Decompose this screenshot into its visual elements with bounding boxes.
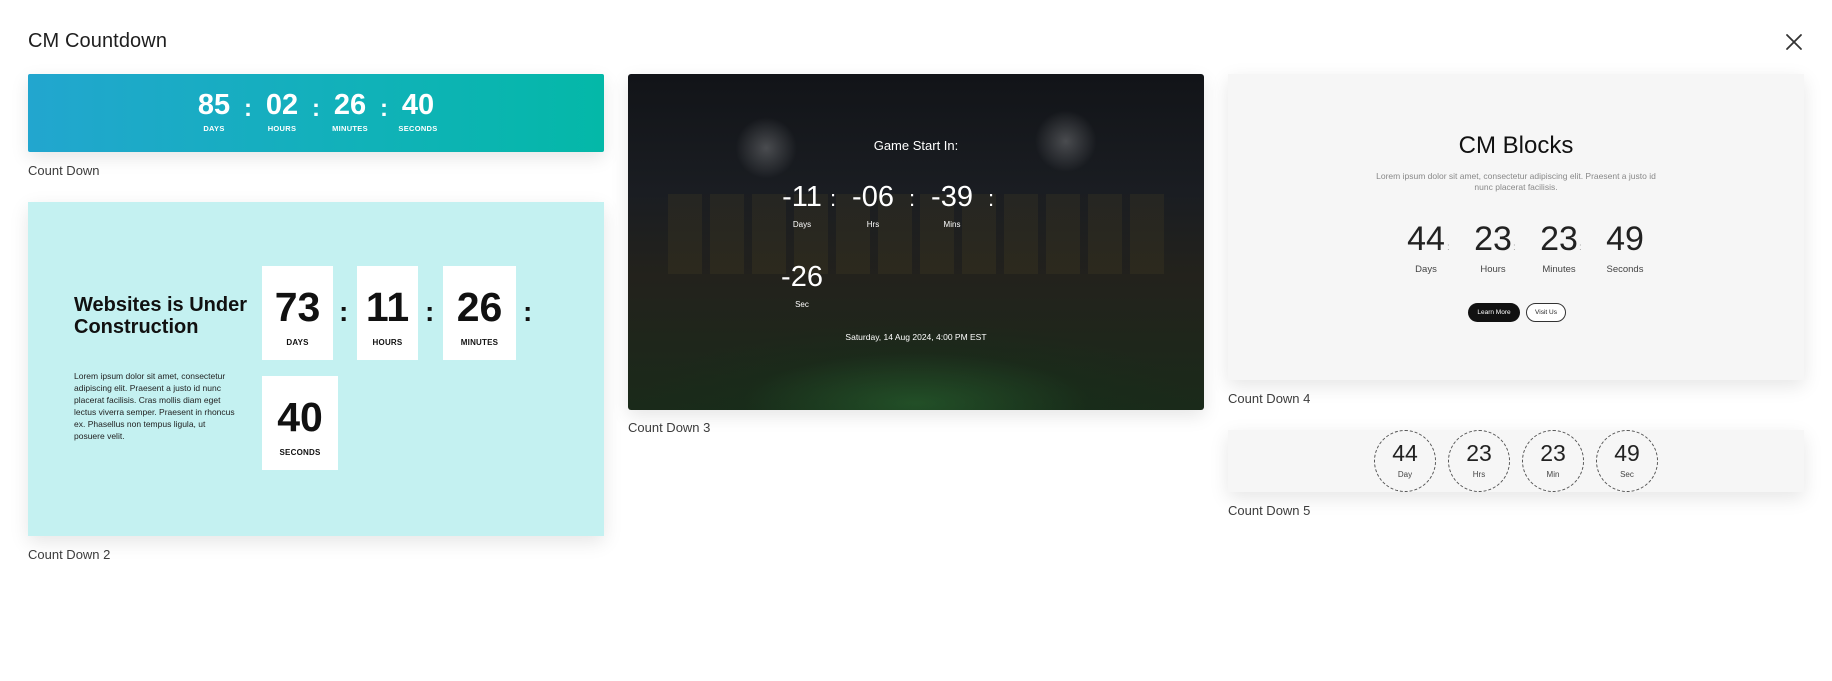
preview-heading: Websites is Under Construction <box>74 294 248 338</box>
template-preview: 44 Day 23 Hrs 23 Min 49 Sec <box>1228 430 1804 492</box>
countdown-value: 40 <box>401 89 435 121</box>
countdown-row: 85 DAYS : 02 HOURS : 26 MINUTES : 40 SEC… <box>192 90 440 133</box>
countdown-value: -26 <box>781 261 823 293</box>
countdown-label: HOURS <box>372 338 403 347</box>
countdown-label: Min <box>1546 470 1560 479</box>
countdown-separator: : <box>523 296 533 327</box>
template-caption: Count Down 5 <box>1228 503 1311 518</box>
countdown-value: 26 <box>456 284 503 330</box>
countdown-label: Hours <box>1480 264 1506 275</box>
countdown-hours: 23 Hrs <box>1448 430 1510 492</box>
template-preview: CM Blocks Lorem ipsum dolor sit amet, co… <box>1228 74 1804 380</box>
countdown-seconds: -26 Sec <box>774 262 830 309</box>
countdown-separator: : <box>425 296 435 327</box>
template-preview: Websites is Under Construction Lorem ips… <box>28 202 604 536</box>
countdown-label: SECONDS <box>279 448 321 457</box>
countdown-label: Sec <box>795 300 809 309</box>
countdown-value: 44 <box>1407 220 1445 258</box>
countdown-separator: : <box>830 186 837 211</box>
countdown-hours: 02 HOURS <box>260 90 304 133</box>
countdown-label: Hrs <box>1472 470 1486 479</box>
countdown-value: 23 <box>1540 440 1566 466</box>
template-caption: Count Down <box>28 163 100 178</box>
countdown-hours: 11 HOURS <box>357 266 418 360</box>
countdown-value: 11 <box>365 284 410 330</box>
countdown-separator: : <box>1513 242 1516 253</box>
countdown-label: MINUTES <box>460 338 499 347</box>
countdown-days: 85 DAYS <box>192 90 236 133</box>
countdown-days: -11 Days <box>774 182 830 229</box>
countdown-label: Days <box>1415 264 1437 275</box>
countdown-value: 49 <box>1614 440 1640 466</box>
countdown-separator: : <box>909 186 916 211</box>
countdown-label: Hrs <box>866 220 880 229</box>
countdown-separator: : <box>339 296 349 327</box>
countdown-days: 44 Day <box>1374 430 1436 492</box>
countdown-separator: : <box>244 95 252 122</box>
template-card-count-down-3[interactable]: Game Start In: -11 Days : -06 Hrs : -39 … <box>628 74 1204 438</box>
countdown-label: Days <box>792 220 812 229</box>
event-date: Saturday, 14 Aug 2024, 4:00 PM EST <box>845 332 987 342</box>
close-button[interactable] <box>1780 28 1808 56</box>
preview-body-text: Lorem ipsum dolor sit amet, consectetur … <box>1376 171 1656 192</box>
countdown-value: 49 <box>1606 220 1644 258</box>
countdown-label: Day <box>1397 470 1413 479</box>
countdown-minutes: 26 MINUTES <box>443 266 516 360</box>
countdown-label: Sec <box>1620 470 1634 479</box>
countdown-value: 40 <box>277 394 323 440</box>
countdown-separator: : <box>1579 242 1582 253</box>
countdown-seconds: 49 Sec <box>1596 430 1658 492</box>
visit-us-button: Visit Us <box>1526 303 1566 322</box>
countdown-minutes: 26 MINUTES <box>328 90 372 133</box>
preview-body-text: Lorem ipsum dolor sit amet, consectetur … <box>74 371 235 441</box>
countdown-hours: -06 Hrs <box>845 182 901 229</box>
countdown-value: 23 <box>1474 220 1512 258</box>
countdown-label: Mins <box>943 220 961 229</box>
learn-more-button: Learn More <box>1468 303 1520 322</box>
countdown-value: -11 <box>782 181 822 213</box>
countdown-separator: : <box>988 186 995 211</box>
preview-title: CM Blocks <box>1458 132 1574 159</box>
countdown-label: Seconds <box>1606 264 1644 275</box>
modal-title: CM Countdown <box>28 30 168 52</box>
countdown-separator: : <box>380 95 388 122</box>
countdown-value: 73 <box>274 284 321 330</box>
countdown-label: DAYS <box>203 124 225 133</box>
template-preview: Game Start In: -11 Days : -06 Hrs : -39 … <box>628 74 1204 410</box>
countdown-value: -39 <box>931 181 973 213</box>
countdown-value: 26 <box>333 89 367 121</box>
template-card-count-down-2[interactable]: Websites is Under Construction Lorem ips… <box>28 202 604 562</box>
countdown-separator: : <box>312 95 320 122</box>
template-card-count-down-4[interactable]: CM Blocks Lorem ipsum dolor sit amet, co… <box>1228 74 1804 406</box>
countdown-value: -06 <box>852 181 894 213</box>
countdown-value: 85 <box>197 89 231 121</box>
template-card-count-down[interactable]: 85 DAYS : 02 HOURS : 26 MINUTES : 40 SEC… <box>28 74 604 184</box>
countdown-label: SECONDS <box>398 124 438 133</box>
countdown-seconds: 40 SECONDS <box>396 90 440 133</box>
template-caption: Count Down 2 <box>28 547 111 562</box>
countdown-label: Minutes <box>1542 264 1576 275</box>
countdown-value: 23 <box>1466 440 1492 466</box>
template-caption: Count Down 3 <box>628 420 711 435</box>
countdown-minutes: -39 Mins <box>924 182 980 229</box>
stadium-background <box>668 194 1164 274</box>
countdown-label: MINUTES <box>332 124 368 133</box>
countdown-label: HOURS <box>267 124 297 133</box>
countdown-seconds: 40 SECONDS <box>262 376 338 470</box>
countdown-seconds: 49 Seconds <box>1595 222 1655 275</box>
countdown-minutes: 23 Min <box>1522 430 1584 492</box>
template-card-count-down-5[interactable]: 44 Day 23 Hrs 23 Min 49 Sec Count Down 5 <box>1228 430 1804 518</box>
countdown-separator: : <box>1447 242 1450 253</box>
close-icon <box>1786 34 1802 50</box>
countdown-days: 73 DAYS <box>262 266 333 360</box>
countdown-value: 44 <box>1392 440 1418 466</box>
preview-title: Game Start In: <box>873 138 959 153</box>
countdown-value: 02 <box>265 89 299 121</box>
template-preview: 85 DAYS : 02 HOURS : 26 MINUTES : 40 SEC… <box>28 74 604 152</box>
template-caption: Count Down 4 <box>1228 391 1311 406</box>
countdown-value: 23 <box>1540 220 1578 258</box>
countdown-label: DAYS <box>286 338 309 347</box>
